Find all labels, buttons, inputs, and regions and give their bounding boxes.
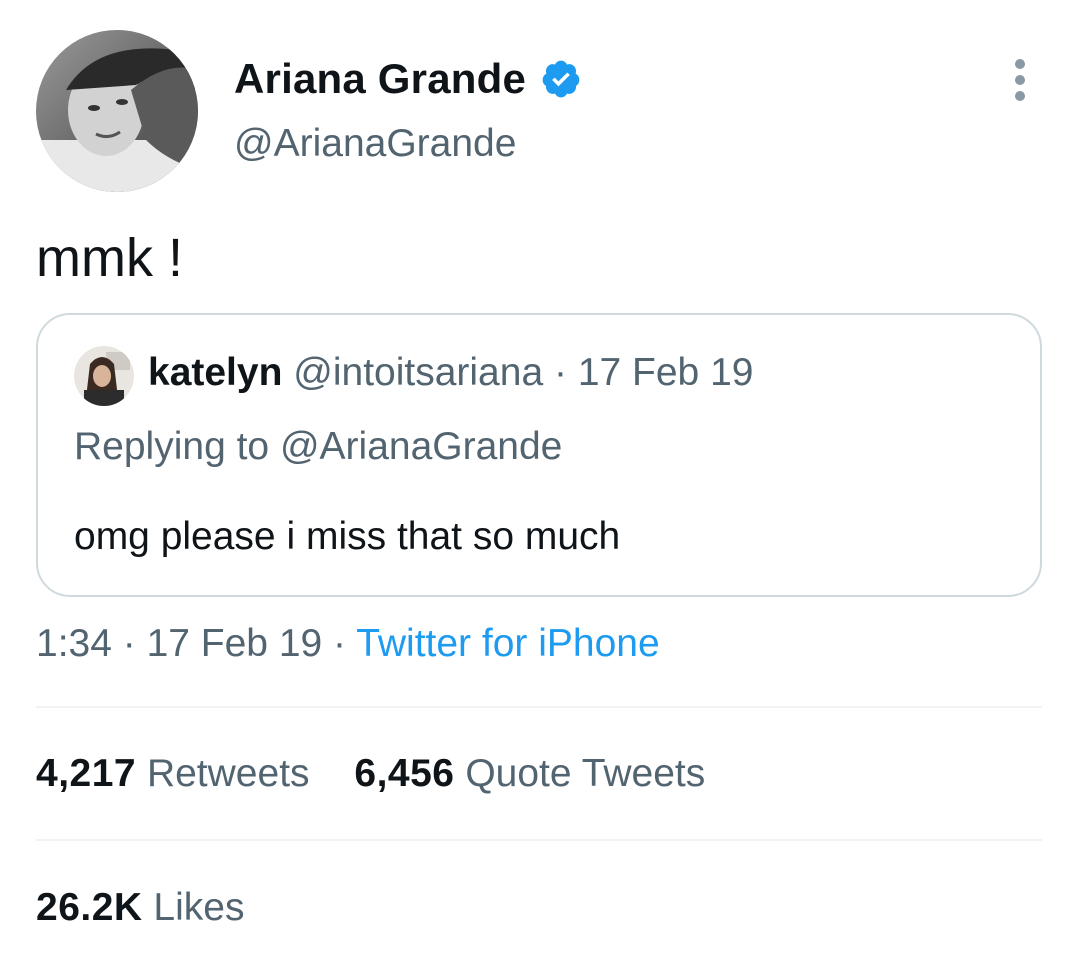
likes-stat[interactable]: 26.2K Likes <box>36 886 244 930</box>
tweet-text: mmk ! <box>36 228 183 288</box>
quoted-author-avatar[interactable] <box>74 346 134 406</box>
divider <box>36 839 1042 841</box>
quote-tweets-stat[interactable]: 6,456 Quote Tweets <box>354 752 705 796</box>
retweets-count: 4,217 <box>36 752 137 795</box>
retweets-stat[interactable]: 4,217 Retweets <box>36 752 310 796</box>
quote-tweets-count: 6,456 <box>354 752 455 795</box>
verified-badge-icon <box>540 58 582 100</box>
tweet-source-link[interactable]: Twitter for iPhone <box>356 622 659 665</box>
quoted-author-handle[interactable]: @intoitsariana <box>293 351 543 394</box>
quoted-author-name[interactable]: katelyn <box>148 351 282 394</box>
author-avatar[interactable] <box>36 30 198 192</box>
tweet-date[interactable]: 17 Feb 19 <box>147 622 323 665</box>
divider <box>36 706 1042 708</box>
more-options-icon[interactable] <box>1010 58 1030 102</box>
source-separator: · <box>322 622 357 665</box>
quote-tweets-label: Quote Tweets <box>465 752 706 795</box>
engagement-stats: 4,217 Retweets 6,456 Quote Tweets <box>36 752 739 796</box>
replying-to-prefix: Replying to <box>74 425 280 468</box>
likes-count: 26.2K <box>36 886 143 929</box>
tweet-time[interactable]: 1:34 <box>36 622 112 665</box>
tweet-timestamp-row: 1:34 · 17 Feb 19 · Twitter for iPhone <box>36 622 660 666</box>
author-handle[interactable]: @ArianaGrande <box>234 122 516 166</box>
author-display-name[interactable]: Ariana Grande <box>234 55 526 103</box>
retweets-label: Retweets <box>146 752 310 795</box>
likes-stats: 26.2K Likes <box>36 886 278 930</box>
quoted-tweet-header: katelyn @intoitsariana · 17 Feb 19 <box>148 351 753 395</box>
quoted-tweet-card[interactable]: katelyn @intoitsariana · 17 Feb 19 Reply… <box>36 313 1042 597</box>
quoted-tweet-text: omg please i miss that so much <box>74 515 621 558</box>
author-name-row[interactable]: Ariana Grande <box>234 52 582 106</box>
replying-to-line: Replying to @ArianaGrande <box>74 425 562 469</box>
quoted-separator: · <box>543 351 578 394</box>
likes-label: Likes <box>153 886 245 929</box>
timestamp-separator: · <box>111 622 147 665</box>
quoted-tweet-date[interactable]: 17 Feb 19 <box>578 351 754 394</box>
replying-to-handle[interactable]: @ArianaGrande <box>280 425 562 468</box>
